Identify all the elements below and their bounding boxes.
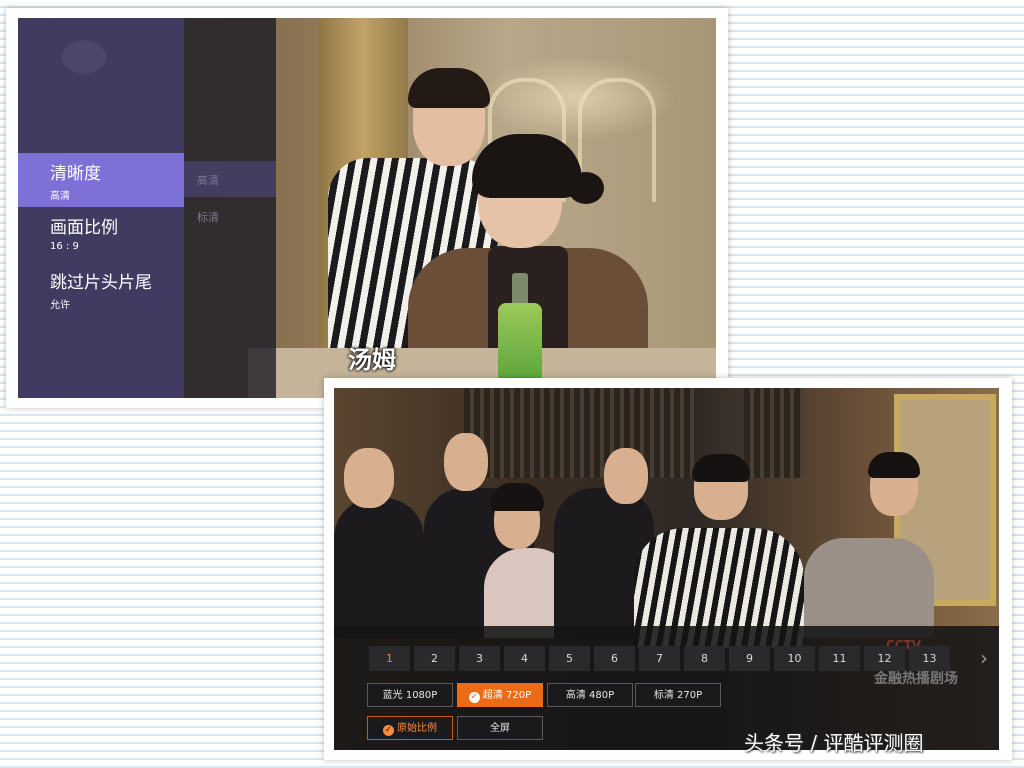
episode-button[interactable]: 10 <box>774 646 815 671</box>
top-screenshot-card: 汤姆 清晰度 高清 画面比例 16 : 9 跳过片头片尾 允许 高清 标清 <box>6 8 728 408</box>
option-label: 标清 270P <box>653 690 703 701</box>
option-label: 原始比例 <box>397 723 437 734</box>
channel-logo-icon <box>62 40 106 74</box>
menu-item-value: 高清 <box>50 191 70 202</box>
dancer <box>334 498 424 638</box>
option-label: 超清 720P <box>482 690 532 701</box>
check-icon: ✓ <box>468 692 480 703</box>
episode-button[interactable]: 1 <box>369 646 410 671</box>
menu-item-value: 16 : 9 <box>50 241 79 252</box>
quality-option-720p[interactable]: ✓ 超清 720P <box>457 683 543 707</box>
dancer-head <box>444 433 488 491</box>
episode-button[interactable]: 12 <box>864 646 905 671</box>
channel-watermark-text: 金融热播剧场 <box>874 671 958 687</box>
menu-item-value: 允许 <box>50 300 70 311</box>
quality-option-270p[interactable]: 标清 270P <box>635 683 721 707</box>
check-icon: ✓ <box>383 725 394 736</box>
quality-option-480p[interactable]: 高清 480P <box>547 683 633 707</box>
option-label: 高清 480P <box>565 690 615 701</box>
menu-item-label: 清晰度 <box>50 164 101 184</box>
bottle <box>512 273 528 307</box>
episode-button[interactable]: 2 <box>414 646 455 671</box>
dancer <box>804 538 934 638</box>
dancer-hair <box>490 483 544 511</box>
settings-menu: 清晰度 高清 画面比例 16 : 9 跳过片头片尾 允许 <box>18 18 184 398</box>
bar-shelf <box>744 388 804 478</box>
submenu-item-label: 高清 <box>197 174 219 187</box>
aspect-option-fullscreen[interactable]: 全屏 <box>457 716 543 740</box>
submenu-item-sd[interactable]: 标清 <box>184 198 276 234</box>
episode-button[interactable]: 4 <box>504 646 545 671</box>
option-label: 蓝光 1080P <box>382 690 438 701</box>
video-player-episode-screen: CCTV 金融热播剧场 1 2 3 4 5 6 7 8 9 10 11 12 1… <box>334 388 999 750</box>
episode-button[interactable]: 3 <box>459 646 500 671</box>
episode-button[interactable]: 8 <box>684 646 725 671</box>
submenu-item-hd[interactable]: 高清 <box>184 161 276 197</box>
menu-item-aspect-ratio[interactable]: 画面比例 16 : 9 <box>18 207 184 261</box>
chevron-right-icon[interactable]: › <box>974 646 994 671</box>
dancer-head <box>604 448 648 504</box>
source-credit: 头条号 / 评酷评测圈 <box>744 731 924 755</box>
bottom-screenshot-card: CCTV 金融热播剧场 1 2 3 4 5 6 7 8 9 10 11 12 1… <box>324 378 1012 760</box>
episode-button[interactable]: 9 <box>729 646 770 671</box>
episode-button[interactable]: 5 <box>549 646 590 671</box>
dancer-head <box>344 448 394 508</box>
bottle <box>498 303 542 383</box>
option-label: 全屏 <box>490 723 510 734</box>
menu-item-skip-intro[interactable]: 跳过片头片尾 允许 <box>18 262 184 316</box>
submenu-item-label: 标清 <box>197 211 219 224</box>
menu-item-label: 画面比例 <box>50 218 118 238</box>
episode-button[interactable]: 7 <box>639 646 680 671</box>
video-player-settings-screen: 汤姆 清晰度 高清 画面比例 16 : 9 跳过片头片尾 允许 高清 标清 <box>18 18 716 398</box>
quality-option-bluray[interactable]: 蓝光 1080P <box>367 683 453 707</box>
aspect-option-original[interactable]: ✓ 原始比例 <box>367 716 453 740</box>
episode-button[interactable]: 6 <box>594 646 635 671</box>
episode-button[interactable]: 11 <box>819 646 860 671</box>
menu-item-label: 跳过片头片尾 <box>50 273 152 293</box>
dancer-hair <box>868 452 920 478</box>
definition-submenu: 高清 标清 <box>184 18 276 398</box>
episode-button[interactable]: 13 <box>909 646 950 671</box>
dancer-hair <box>692 454 750 482</box>
menu-item-definition[interactable]: 清晰度 高清 <box>18 153 184 207</box>
video-subtitle: 汤姆 <box>348 346 396 374</box>
